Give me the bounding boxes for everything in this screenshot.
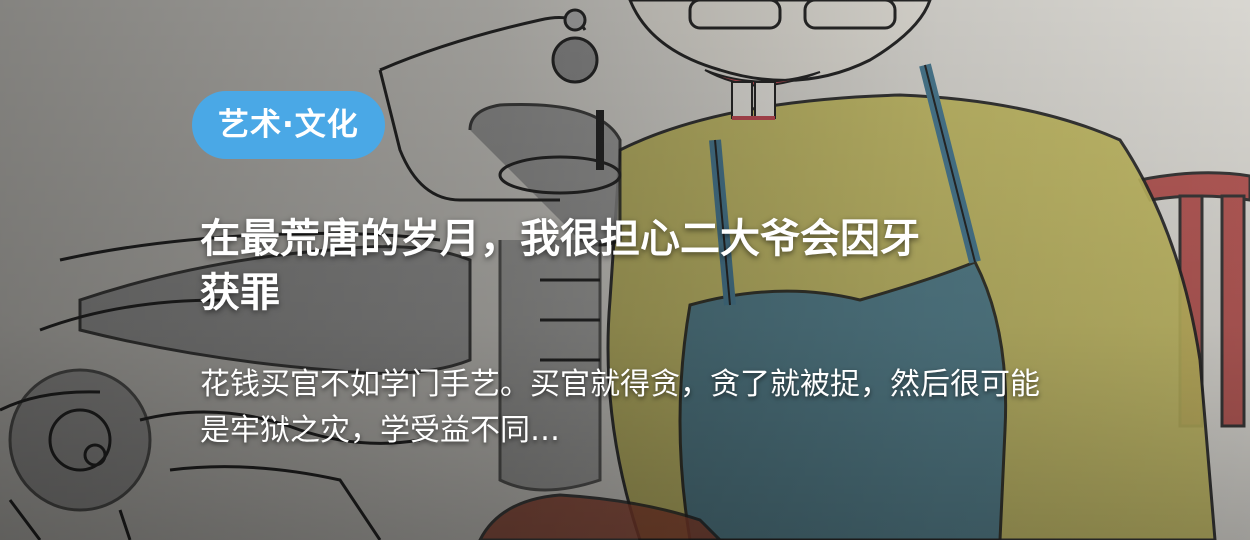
category-tag[interactable]: 艺术·文化	[192, 91, 385, 159]
article-summary: 花钱买官不如学门手艺。买官就得贪，贪了就被捉，然后很可能是牢狱之灾，学受益不同…	[200, 367, 1040, 448]
article-card[interactable]: 艺术·文化 在最荒唐的岁月，我很担心二大爷会因牙获罪 花钱买官不如学门手艺。买官…	[0, 0, 1250, 540]
article-title[interactable]: 在最荒唐的岁月，我很担心二大爷会因牙获罪	[200, 212, 920, 320]
